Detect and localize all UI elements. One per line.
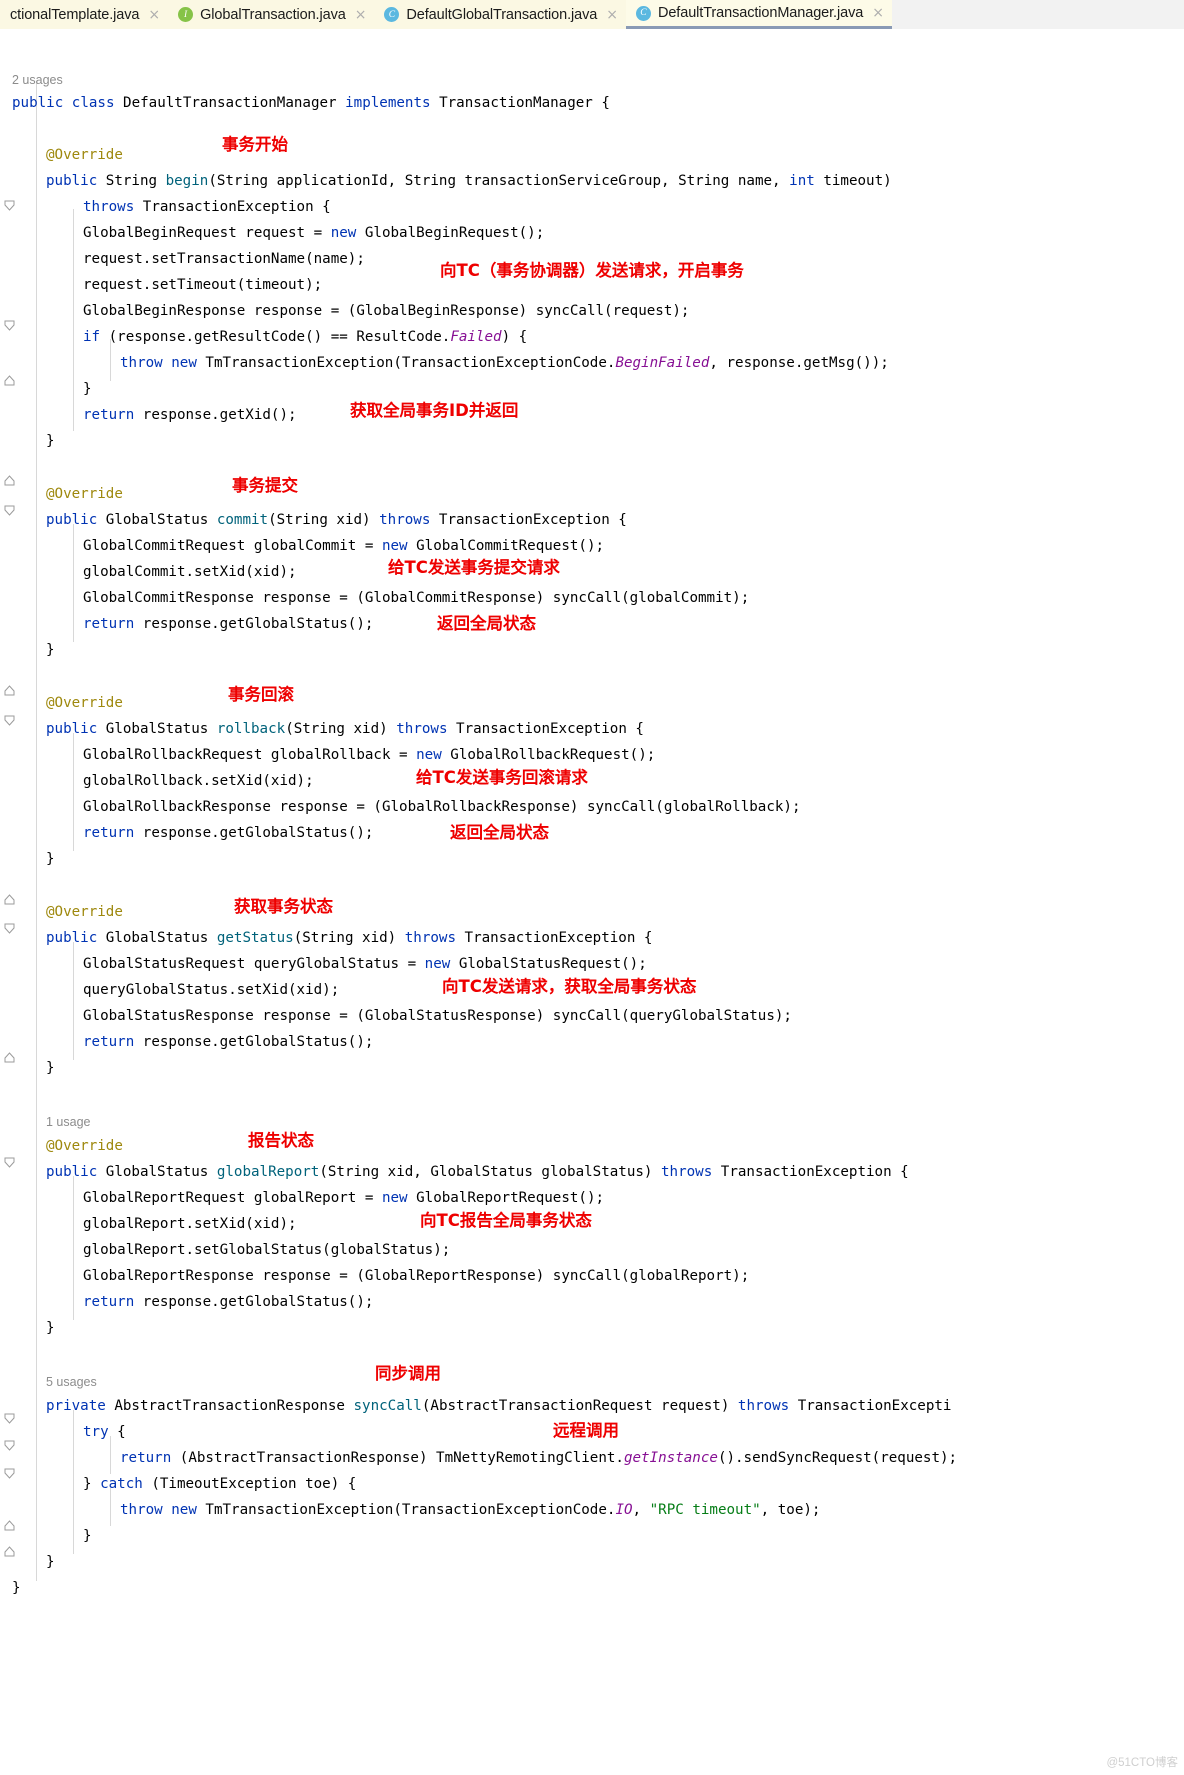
code-content[interactable]: 2 usages 1 usage 5 usages public class Defa… [0, 29, 1184, 1775]
code-line[interactable]: public class DefaultTransactionManager i… [12, 90, 610, 116]
annotation-note: 获取事务状态 [234, 897, 333, 916]
code-line[interactable]: GlobalStatusRequest queryGlobalStatus = … [83, 951, 647, 977]
code-line[interactable]: public String begin(String applicationId… [46, 168, 892, 194]
code-line[interactable]: GlobalCommitRequest globalCommit = new G… [83, 533, 604, 559]
close-icon[interactable]: × [606, 8, 618, 22]
watermark: @51CTO博客 [1106, 1757, 1178, 1769]
code-line[interactable]: GlobalReportRequest globalReport = new G… [83, 1185, 604, 1211]
indent-guide-0 [36, 81, 37, 1581]
annotation-note: 向TC发送请求，获取全局事务状态 [442, 977, 697, 996]
code-line[interactable]: request.setTransactionName(name); [83, 246, 365, 272]
code-line[interactable]: public GlobalStatus getStatus(String xid… [46, 925, 652, 951]
annotation-note: 返回全局状态 [437, 614, 536, 633]
close-icon[interactable]: × [355, 8, 367, 22]
editor-tab-1[interactable]: I GlobalTransaction.java × [168, 0, 375, 29]
annotation-note: 给TC发送事务提交请求 [388, 558, 560, 577]
class-icon: C [635, 5, 651, 21]
code-line[interactable]: return response.getGlobalStatus(); [83, 611, 373, 637]
code-line[interactable]: @Override [46, 690, 123, 716]
indent-guide-3 [73, 524, 74, 642]
editor-tab-label: DefaultTransactionManager.java [657, 5, 864, 21]
editor-tab-0[interactable]: ctionalTemplate.java × [0, 0, 169, 29]
code-line[interactable]: public GlobalStatus commit(String xid) t… [46, 507, 627, 533]
code-line[interactable]: return response.getXid(); [83, 402, 297, 428]
code-line[interactable]: GlobalBeginRequest request = new GlobalB… [83, 220, 544, 246]
indent-guide-1 [73, 209, 74, 431]
editor-tab-label: ctionalTemplate.java [10, 6, 140, 23]
code-line[interactable]: return response.getGlobalStatus(); [83, 1289, 373, 1315]
code-line[interactable]: private AbstractTransactionResponse sync… [46, 1393, 951, 1419]
code-line[interactable]: } catch (TimeoutException toe) { [83, 1471, 356, 1497]
code-line[interactable]: @Override [46, 142, 123, 168]
code-line[interactable]: throw new TmTransactionException(Transac… [120, 1497, 820, 1523]
editor-tab-bar[interactable]: ctionalTemplate.java × I GlobalTransaction.… [0, 0, 1184, 29]
class-icon: C [384, 7, 400, 22]
code-line[interactable]: globalCommit.setXid(xid); [83, 559, 297, 585]
annotation-note: 同步调用 [375, 1364, 441, 1383]
indent-guide-4 [73, 733, 74, 851]
close-icon[interactable]: × [872, 6, 884, 20]
code-line[interactable]: GlobalRollbackResponse response = (Globa… [83, 794, 801, 820]
code-line[interactable]: GlobalReportResponse response = (GlobalR… [83, 1263, 749, 1289]
interface-icon: I [178, 7, 194, 22]
annotation-note: 远程调用 [553, 1421, 619, 1440]
code-line[interactable]: globalRollback.setXid(xid); [83, 768, 314, 794]
code-line[interactable]: } [46, 1549, 55, 1575]
code-line[interactable]: } [46, 846, 55, 872]
code-line[interactable]: } [46, 637, 55, 663]
editor-tab-label: GlobalTransaction.java [200, 6, 346, 23]
code-line[interactable]: try { [83, 1419, 126, 1445]
code-line[interactable]: GlobalStatusResponse response = (GlobalS… [83, 1003, 792, 1029]
annotation-note: 向TC（事务协调器）发送请求，开启事务 [440, 261, 744, 280]
code-line[interactable]: @Override [46, 481, 123, 507]
annotation-note: 事务开始 [222, 135, 288, 154]
code-line[interactable]: queryGlobalStatus.setXid(xid); [83, 977, 339, 1003]
code-line[interactable]: GlobalBeginResponse response = (GlobalBe… [83, 298, 689, 324]
annotation-note: 给TC发送事务回滚请求 [416, 768, 588, 787]
code-line[interactable]: GlobalCommitResponse response = (GlobalC… [83, 585, 749, 611]
annotation-note: 向TC报告全局事务状态 [420, 1211, 592, 1230]
code-line[interactable]: @Override [46, 899, 123, 925]
editor-tab-label: DefaultGlobalTransaction.java [406, 6, 598, 23]
code-line[interactable]: globalReport.setGlobalStatus(globalStatu… [83, 1237, 450, 1263]
close-icon[interactable]: × [148, 8, 160, 22]
annotation-note: 事务提交 [232, 476, 298, 495]
annotation-note: 事务回滚 [228, 685, 294, 704]
code-line[interactable]: } [46, 1315, 55, 1341]
code-line[interactable]: throws TransactionException { [83, 194, 331, 220]
code-line[interactable]: return (AbstractTransactionResponse) TmN… [120, 1445, 957, 1471]
code-line[interactable]: return response.getGlobalStatus(); [83, 1029, 373, 1055]
code-line[interactable]: } [46, 1055, 55, 1081]
code-line[interactable]: if (response.getResultCode() == ResultCo… [83, 324, 527, 350]
code-line[interactable]: request.setTimeout(timeout); [83, 272, 322, 298]
code-line[interactable]: globalReport.setXid(xid); [83, 1211, 297, 1237]
annotation-note: 报告状态 [248, 1131, 314, 1150]
code-line[interactable]: public GlobalStatus globalReport(String … [46, 1159, 909, 1185]
code-line[interactable]: } [83, 376, 92, 402]
code-line[interactable]: } [12, 1575, 21, 1601]
indent-guide-7 [73, 1410, 74, 1554]
code-line[interactable]: } [46, 428, 55, 454]
code-line[interactable]: GlobalRollbackRequest globalRollback = n… [83, 742, 655, 768]
indent-guide-5 [73, 942, 74, 1060]
usage-hint[interactable]: 1 usage [46, 1109, 90, 1135]
code-line[interactable]: throw new TmTransactionException(Transac… [120, 350, 889, 376]
code-editor[interactable]: 2 usages 1 usage 5 usages public class Defa… [0, 29, 1184, 1775]
indent-guide-6 [73, 1176, 74, 1320]
editor-tab-3[interactable]: C DefaultTransactionManager.java × [625, 0, 892, 29]
code-line[interactable]: } [83, 1523, 92, 1549]
code-line[interactable]: public GlobalStatus rollback(String xid)… [46, 716, 644, 742]
usage-hint[interactable]: 5 usages [46, 1369, 97, 1395]
code-line[interactable]: return response.getGlobalStatus(); [83, 820, 373, 846]
annotation-note: 返回全局状态 [450, 823, 549, 842]
annotation-note: 获取全局事务ID并返回 [350, 401, 519, 420]
editor-tab-2[interactable]: C DefaultGlobalTransaction.java × [374, 0, 626, 29]
code-line[interactable]: @Override [46, 1133, 123, 1159]
tab-bar-empty-area [891, 0, 1184, 29]
